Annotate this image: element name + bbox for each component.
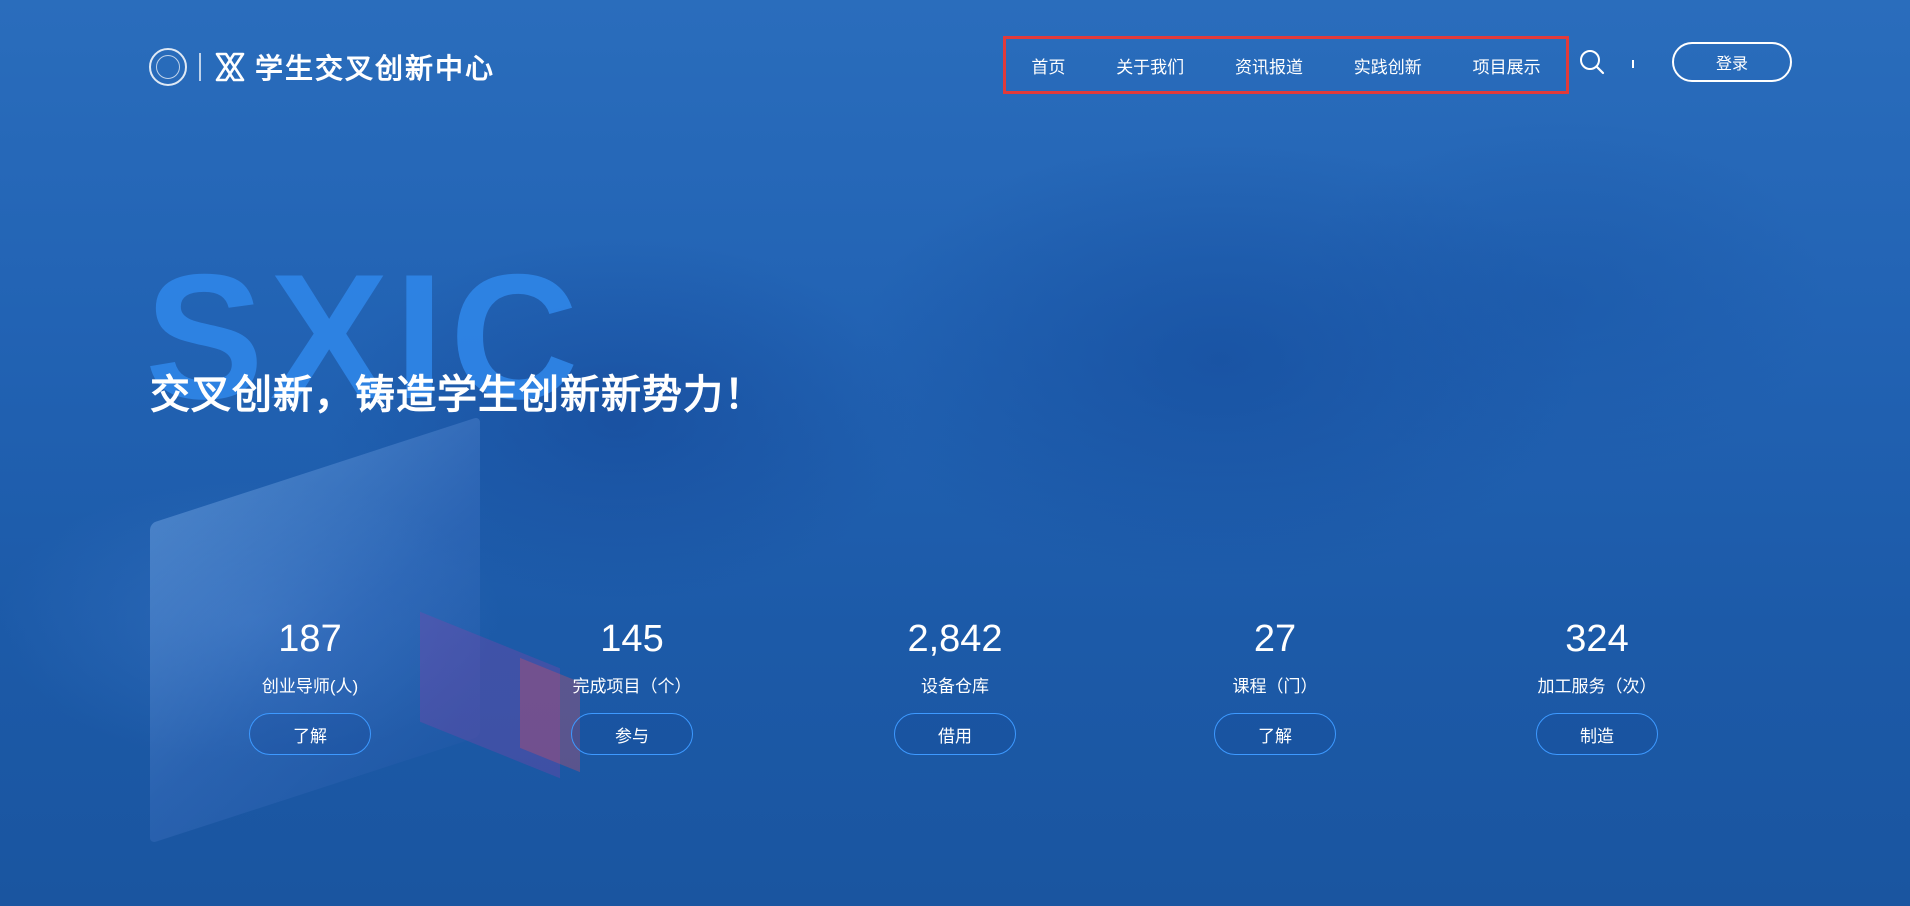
stat-value: 324 <box>1565 618 1629 660</box>
stat-label: 加工服务（次） <box>1537 677 1657 696</box>
hero-slogan: 交叉创新，铸造学生创新新势力！ <box>150 373 765 417</box>
learn-mentors-button[interactable]: 了解 <box>249 713 371 755</box>
join-projects-button[interactable]: 参与 <box>571 713 693 755</box>
stat-mentors: 187 创业导师(人) 了解 <box>200 620 420 755</box>
stat-label: 课程（门） <box>1232 677 1318 696</box>
search-icon[interactable] <box>1578 48 1606 76</box>
header-separator <box>1632 60 1634 68</box>
stat-value: 27 <box>1253 618 1297 660</box>
stat-fabrication: 324 加工服务（次） 制造 <box>1487 620 1707 755</box>
main-nav: 首页 关于我们 资讯报道 实践创新 项目展示 <box>1003 36 1569 94</box>
nav-item-home[interactable]: 首页 <box>1031 53 1065 78</box>
x-logo-icon <box>215 52 245 82</box>
stat-label: 创业导师(人) <box>261 677 359 696</box>
stat-value: 145 <box>600 618 664 660</box>
logo-text: 学生交叉创新中心 <box>255 53 496 84</box>
university-emblem-icon <box>149 48 187 86</box>
nav-item-practice[interactable]: 实践创新 <box>1354 53 1422 78</box>
stat-courses: 27 课程（门） 了解 <box>1165 620 1385 755</box>
fabricate-button[interactable]: 制造 <box>1536 713 1658 755</box>
stat-value: 2,842 <box>907 618 1003 660</box>
stat-equipment: 2,842 设备仓库 借用 <box>845 620 1065 755</box>
site-header: 学生交叉创新中心 首页 关于我们 资讯报道 实践创新 项目展示 登录 <box>0 0 1910 126</box>
login-button[interactable]: 登录 <box>1672 42 1792 82</box>
borrow-equipment-button[interactable]: 借用 <box>894 713 1016 755</box>
learn-courses-button[interactable]: 了解 <box>1214 713 1336 755</box>
stat-label: 完成项目（个） <box>572 677 692 696</box>
nav-item-projects[interactable]: 项目展示 <box>1473 53 1541 78</box>
logo-divider <box>199 53 201 81</box>
stat-label: 设备仓库 <box>921 677 989 696</box>
stat-projects: 145 完成项目（个） 参与 <box>522 620 742 755</box>
nav-item-news[interactable]: 资讯报道 <box>1235 53 1303 78</box>
stat-value: 187 <box>278 618 342 660</box>
stats-section: 187 创业导师(人) 了解 145 完成项目（个） 参与 2,842 设备仓库… <box>0 620 1910 760</box>
site-logo[interactable]: 学生交叉创新中心 <box>149 48 495 86</box>
nav-item-about[interactable]: 关于我们 <box>1116 53 1184 78</box>
